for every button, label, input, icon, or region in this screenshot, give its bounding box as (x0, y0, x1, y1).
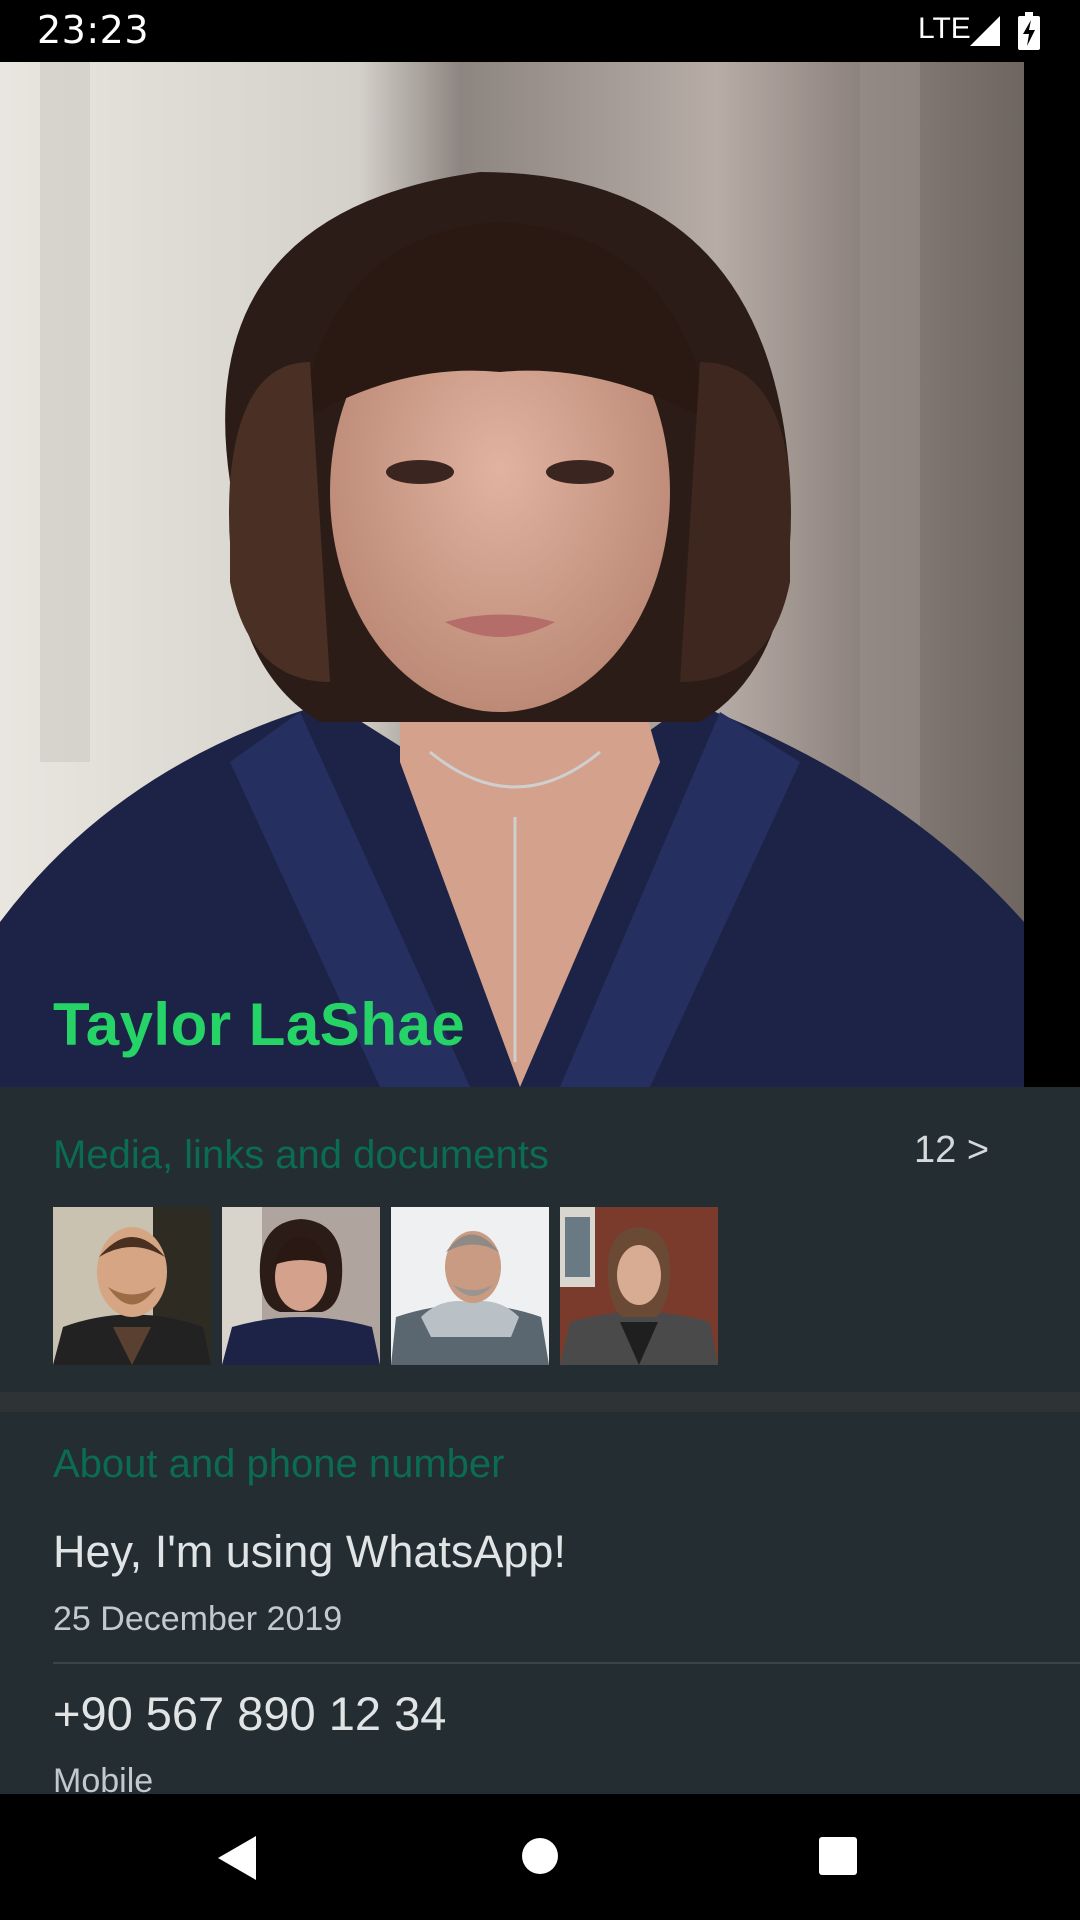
media-section: Media, links and documents 12 > (0, 1087, 1080, 1392)
media-thumbnail[interactable] (391, 1207, 549, 1365)
recents-icon[interactable] (816, 1834, 860, 1882)
profile-header: Taylor LaShae (0, 62, 1080, 1087)
about-status-text[interactable]: Hey, I'm using WhatsApp! (53, 1526, 566, 1578)
contact-name: Taylor LaShae (53, 991, 466, 1058)
media-section-title[interactable]: Media, links and documents (53, 1133, 549, 1178)
profile-photo[interactable] (0, 62, 1024, 1087)
media-count-link[interactable]: 12 > (914, 1129, 989, 1172)
divider (53, 1662, 1080, 1664)
about-section: About and phone number Hey, I'm using Wh… (0, 1412, 1080, 1800)
status-time: 23:23 (37, 8, 150, 52)
back-icon[interactable] (216, 1834, 260, 1886)
media-thumbnail[interactable] (560, 1207, 718, 1365)
about-status-date: 25 December 2019 (53, 1600, 343, 1638)
section-divider (0, 1392, 1080, 1412)
network-type-label: LTE (918, 12, 971, 45)
signal-icon (968, 14, 1002, 52)
phone-number[interactable]: +90 567 890 12 34 (53, 1686, 446, 1741)
status-bar: 23:23 LTE (0, 0, 1080, 62)
navigation-bar (0, 1794, 1080, 1920)
media-thumbnail[interactable] (222, 1207, 380, 1365)
battery-charging-icon (1018, 12, 1040, 54)
about-section-title: About and phone number (53, 1442, 505, 1486)
media-thumbnail[interactable] (53, 1207, 211, 1365)
home-icon[interactable] (518, 1834, 562, 1882)
